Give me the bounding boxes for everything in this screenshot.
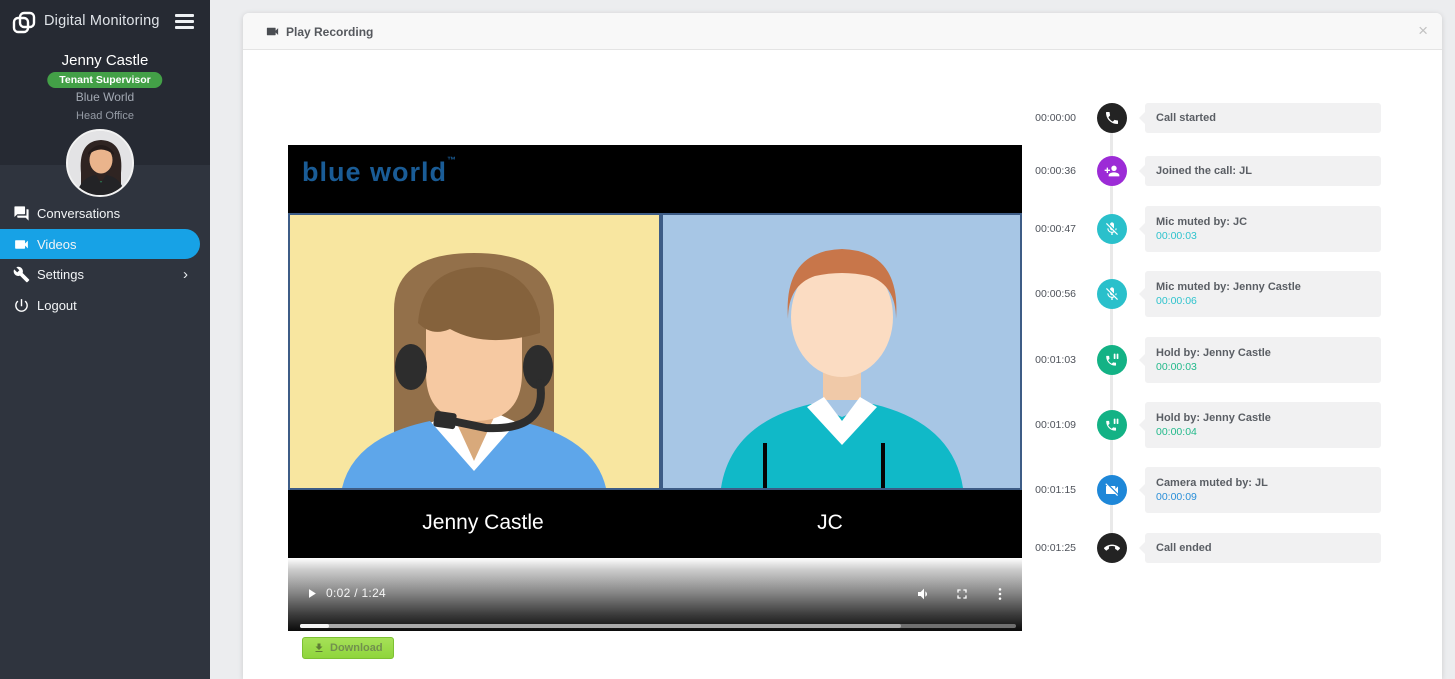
avatar bbox=[66, 129, 134, 197]
sidebar-item-videos[interactable]: Videos bbox=[0, 229, 200, 259]
timeline-event: 00:01:03 Hold by: Jenny Castle 00:00:03 bbox=[1001, 337, 1386, 383]
controls-row: 0:02 / 1:24 bbox=[288, 584, 1022, 604]
event-time: 00:00:36 bbox=[1001, 165, 1076, 177]
sidebar-item-label: Conversations bbox=[37, 206, 120, 221]
event-label: Mic muted by: JC bbox=[1156, 216, 1381, 228]
event-duration: 00:00:09 bbox=[1156, 491, 1381, 503]
event-duration: 00:00:04 bbox=[1156, 426, 1381, 438]
event-duration: 00:00:03 bbox=[1156, 361, 1381, 373]
event-label: Hold by: Jenny Castle bbox=[1156, 347, 1381, 359]
event-duration: 00:00:03 bbox=[1156, 230, 1381, 242]
brand-row: Digital Monitoring bbox=[0, 8, 210, 36]
event-card[interactable]: Call started bbox=[1145, 103, 1381, 133]
participant-name: JC bbox=[817, 490, 843, 558]
controls-right bbox=[916, 586, 1008, 602]
event-time: 00:01:25 bbox=[1001, 542, 1076, 554]
participant-video-jc bbox=[661, 213, 1022, 490]
event-duration: 00:00:06 bbox=[1156, 295, 1381, 307]
participant-video-jenny bbox=[288, 213, 661, 490]
hold-icon[interactable] bbox=[1097, 345, 1127, 375]
close-icon[interactable]: × bbox=[1418, 21, 1428, 41]
download-label: Download bbox=[330, 642, 383, 654]
sidebar-nav: Conversations Videos Settings › Logout bbox=[0, 198, 210, 321]
timeline-event: 00:01:15 Camera muted by: JL 00:00:09 bbox=[1001, 467, 1386, 513]
videocam-icon bbox=[13, 236, 30, 253]
hold-icon[interactable] bbox=[1097, 410, 1127, 440]
event-time: 00:00:56 bbox=[1001, 288, 1076, 300]
site-name: Head Office bbox=[0, 110, 210, 122]
app-logo-icon bbox=[11, 10, 37, 41]
event-label: Mic muted by: Jenny Castle bbox=[1156, 281, 1381, 293]
event-time: 00:01:15 bbox=[1001, 484, 1076, 496]
timeline-event: 00:00:56 Mic muted by: Jenny Castle 00:0… bbox=[1001, 271, 1386, 317]
modal-title: Play Recording bbox=[265, 13, 373, 50]
wrench-icon bbox=[13, 266, 30, 283]
event-label: Call started bbox=[1156, 112, 1381, 124]
video-controls: 0:02 / 1:24 bbox=[288, 558, 1022, 631]
event-card[interactable]: Call ended bbox=[1145, 533, 1381, 563]
chat-icon bbox=[13, 205, 30, 222]
blue-world-watermark: blue world™ bbox=[302, 155, 456, 188]
event-card[interactable]: Camera muted by: JL 00:00:09 bbox=[1145, 467, 1381, 513]
person-add-icon[interactable] bbox=[1097, 156, 1127, 186]
mic-off-icon[interactable] bbox=[1097, 279, 1127, 309]
app-window: Digital Monitoring Jenny Castle Tenant S… bbox=[0, 0, 1455, 679]
event-label: Hold by: Jenny Castle bbox=[1156, 412, 1381, 424]
sidebar-item-settings[interactable]: Settings › bbox=[0, 259, 210, 290]
event-card[interactable]: Hold by: Jenny Castle 00:00:04 bbox=[1145, 402, 1381, 448]
mic-off-icon[interactable] bbox=[1097, 214, 1127, 244]
sidebar-item-logout[interactable]: Logout bbox=[0, 290, 210, 321]
event-time: 00:00:00 bbox=[1001, 112, 1076, 124]
timeline-event: 00:01:25 Call ended bbox=[1001, 533, 1386, 563]
event-label: Camera muted by: JL bbox=[1156, 477, 1381, 489]
power-icon bbox=[13, 297, 30, 314]
user-name: Jenny Castle bbox=[0, 52, 210, 69]
event-card[interactable]: Mic muted by: Jenny Castle 00:00:06 bbox=[1145, 271, 1381, 317]
sidebar: Digital Monitoring Jenny Castle Tenant S… bbox=[0, 0, 210, 679]
sidebar-item-label: Settings bbox=[37, 267, 84, 282]
fullscreen-icon[interactable] bbox=[954, 586, 970, 602]
event-time: 00:01:03 bbox=[1001, 354, 1076, 366]
videocam-off-icon[interactable] bbox=[1097, 475, 1127, 505]
sidebar-item-label: Logout bbox=[37, 298, 77, 313]
volume-icon[interactable] bbox=[916, 586, 932, 602]
participant-tiles bbox=[288, 213, 1022, 490]
event-card[interactable]: Mic muted by: JC 00:00:03 bbox=[1145, 206, 1381, 252]
time-display: 0:02 / 1:24 bbox=[326, 586, 386, 600]
modal-header: Play Recording × bbox=[243, 13, 1442, 50]
phone-icon[interactable] bbox=[1097, 103, 1127, 133]
download-icon bbox=[313, 642, 325, 654]
event-label: Call ended bbox=[1156, 542, 1381, 554]
progress-played bbox=[300, 624, 329, 628]
videocam-icon bbox=[265, 24, 280, 39]
timeline-event: 00:00:47 Mic muted by: JC 00:00:03 bbox=[1001, 206, 1386, 252]
sidebar-item-conversations[interactable]: Conversations bbox=[0, 198, 210, 229]
timeline-event: 00:01:09 Hold by: Jenny Castle 00:00:04 bbox=[1001, 402, 1386, 448]
event-time: 00:00:47 bbox=[1001, 223, 1076, 235]
progress-buffered bbox=[300, 624, 901, 628]
video-letterbox: blue world™ bbox=[288, 145, 1022, 213]
event-card[interactable]: Joined the call: JL bbox=[1145, 156, 1381, 186]
call-end-icon[interactable] bbox=[1097, 533, 1127, 563]
chevron-right-icon: › bbox=[183, 265, 188, 282]
play-icon[interactable] bbox=[304, 586, 319, 601]
progress-bar[interactable] bbox=[300, 624, 1016, 628]
tenant-name: Blue World bbox=[0, 90, 210, 104]
modal-title-text: Play Recording bbox=[286, 25, 373, 39]
role-badge: Tenant Supervisor bbox=[47, 72, 162, 88]
sidebar-item-label: Videos bbox=[37, 237, 77, 252]
menu-toggle-icon[interactable] bbox=[175, 14, 194, 29]
app-title: Digital Monitoring bbox=[44, 13, 160, 29]
timeline-event: 00:00:36 Joined the call: JL bbox=[1001, 156, 1386, 186]
event-label: Joined the call: JL bbox=[1156, 165, 1381, 177]
event-time: 00:01:09 bbox=[1001, 419, 1076, 431]
name-bar: Jenny Castle JC bbox=[288, 490, 1022, 558]
more-options-icon[interactable] bbox=[992, 586, 1008, 602]
event-card[interactable]: Hold by: Jenny Castle 00:00:03 bbox=[1145, 337, 1381, 383]
timeline-event: 00:00:00 Call started bbox=[1001, 103, 1386, 133]
download-button[interactable]: Download bbox=[302, 637, 394, 659]
video-player[interactable]: blue world™ bbox=[288, 145, 1022, 631]
participant-name: Jenny Castle bbox=[422, 490, 543, 558]
